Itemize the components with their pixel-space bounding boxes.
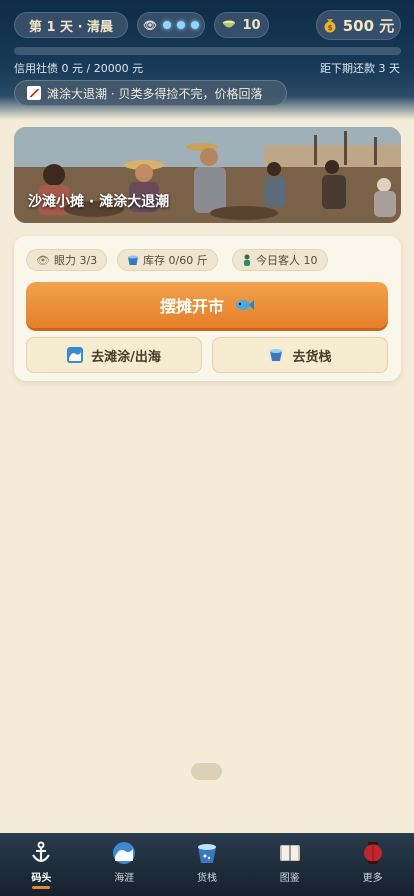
eye-icon: 👁 <box>143 18 157 32</box>
eye-dot <box>176 21 185 29</box>
person-icon <box>244 254 250 266</box>
tab-collection[interactable]: 图鉴 <box>248 833 331 896</box>
open-stall-label: 摆摊开市 <box>159 297 224 316</box>
day-indicator: 第 1 天 · 清晨 <box>14 12 128 38</box>
debt-progress-bar <box>14 47 401 55</box>
bottom-tab-bar: 码头 海涯 货栈 图鉴 更多 <box>0 833 414 896</box>
stock-stat: 库存 0/60 斤 <box>117 249 218 271</box>
eye-dot <box>162 21 171 29</box>
money-indicator: $ 500 元 <box>316 10 401 40</box>
eye-icon: 👁 <box>36 253 50 267</box>
stock-stat-label: 库存 0/60 斤 <box>143 254 208 267</box>
scene-banner: 沙滩小摊 · 滩涂大退潮 <box>14 127 401 223</box>
tab-sea[interactable]: 海涯 <box>83 833 166 896</box>
book-icon <box>277 840 303 866</box>
fish-icon <box>236 300 254 310</box>
tab-dock[interactable]: 码头 <box>0 833 83 896</box>
eye-dot <box>190 21 199 29</box>
anchor-icon <box>28 840 54 866</box>
bucket-icon <box>194 840 220 866</box>
go-shop-label: 去货栈 <box>292 349 332 365</box>
bowl-indicator: 10 <box>214 12 269 38</box>
money-amount: 500 元 <box>342 16 395 35</box>
banner-title: 沙滩小摊 · 滩涂大退潮 <box>28 194 170 210</box>
svg-text:$: $ <box>327 24 332 32</box>
tab-label: 码头 <box>31 873 52 884</box>
bucket-icon <box>270 349 283 361</box>
active-tab-indicator <box>32 886 51 889</box>
tab-label: 货栈 <box>196 873 217 884</box>
go-sea-button[interactable]: 去滩涂/出海 <box>26 337 202 373</box>
guests-stat: 今日客人 10 <box>232 249 328 271</box>
guests-stat-label: 今日客人 10 <box>256 254 318 267</box>
go-sea-label: 去滩涂/出海 <box>91 349 161 365</box>
scroll-handle[interactable] <box>191 763 222 780</box>
tab-shop[interactable]: 货栈 <box>166 833 249 896</box>
tab-label: 海涯 <box>114 873 135 884</box>
event-text: 滩涂大退潮 · 贝类多得捡不完，价格回落 <box>47 86 263 101</box>
wave-icon <box>111 840 137 866</box>
bowl-count: 10 <box>242 17 261 33</box>
repayment-due: 距下期还款 3 天 <box>320 62 400 75</box>
wave-icon <box>67 347 84 363</box>
open-stall-button[interactable]: 摆摊开市 <box>26 282 388 328</box>
money-bag-icon: $ <box>324 19 336 33</box>
tab-more[interactable]: 更多 <box>331 833 414 896</box>
eyesight-stat: 👁 眼力 3/3 <box>26 249 108 271</box>
tab-label: 更多 <box>362 873 383 884</box>
eyesight-stat-label: 眼力 3/3 <box>53 254 98 267</box>
event-banner[interactable]: 滩涂大退潮 · 贝类多得捡不完，价格回落 <box>14 80 287 106</box>
eyesight-indicator: 👁 <box>137 12 205 38</box>
lantern-icon <box>360 840 386 866</box>
tab-label: 图鉴 <box>279 873 300 884</box>
trend-chart-icon <box>27 86 41 100</box>
bowl-icon <box>223 20 236 28</box>
bucket-icon <box>128 255 138 265</box>
debt-status: 信用社债 0 元 / 20000 元 <box>14 62 144 75</box>
go-shop-button[interactable]: 去货栈 <box>212 337 388 373</box>
action-card: 👁 眼力 3/3 库存 0/60 斤 今日客人 10 摆摊开市 去滩涂/出海 去… <box>14 236 401 381</box>
day-label: 第 1 天 · 清晨 <box>28 19 114 35</box>
